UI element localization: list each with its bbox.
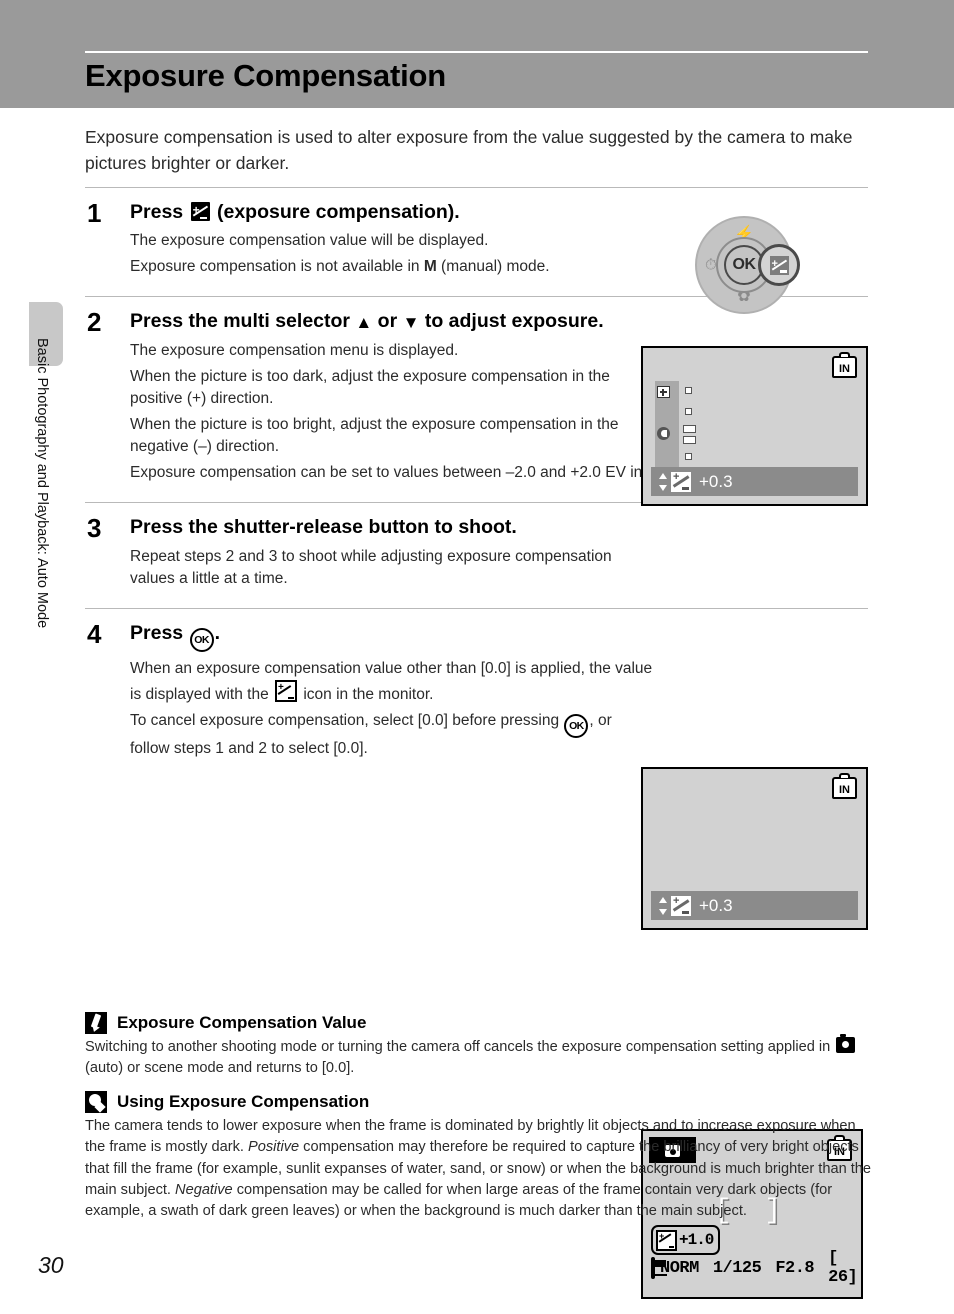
step-4-heading-post: .: [214, 622, 220, 645]
image-size-icon: [651, 1257, 667, 1279]
lightbulb-icon: [85, 1091, 107, 1114]
step-1-p2-pre: Exposure compensation is not available i…: [130, 258, 424, 276]
self-timer-icon: ⏱: [705, 256, 717, 274]
note-2-heading: Using Exposure Compensation: [85, 1091, 875, 1114]
shots-remaining: [ 26]: [828, 1249, 858, 1287]
negative-emphasis: Negative: [175, 1181, 233, 1198]
step-3-paragraph-1: Repeat steps 2 and 3 to shoot while adju…: [130, 548, 612, 588]
page-number: 30: [38, 1252, 64, 1278]
step-4-paragraph-1: When an exposure compensation value othe…: [130, 658, 655, 706]
exposure-compensation-button-highlight: +: [758, 244, 800, 286]
note-1-body-b: (auto) or scene mode and returns to [0.0…: [85, 1060, 355, 1077]
exposure-value-bar: + +0.3: [651, 467, 858, 496]
step-4-heading-pre: Press: [130, 622, 184, 645]
note-2-body: The camera tends to lower exposure when …: [85, 1116, 875, 1222]
step-3-number: 3: [87, 513, 102, 544]
step-2-heading-mid: or: [372, 310, 403, 333]
step-1-heading-post: (exposure compensation).: [216, 200, 460, 223]
aperture: F2.8: [775, 1258, 815, 1278]
step-2-heading-pre: Press the multi selector: [130, 310, 356, 333]
step-2-paragraph-1: The exposure compensation menu is displa…: [130, 342, 459, 360]
step-1-heading: Press + (exposure compensation).: [130, 200, 655, 225]
up-down-arrows-icon: [658, 896, 668, 916]
step-4-p1-b: icon in the monitor.: [299, 686, 434, 704]
note-1-title: Exposure Compensation Value: [117, 1013, 367, 1032]
exposure-compensation-icon-bar: +: [671, 895, 691, 916]
page-title: Exposure Compensation: [85, 58, 446, 93]
step-1-p2-post: (manual) mode.: [436, 258, 550, 276]
up-down-arrows-icon: [658, 472, 668, 492]
step-2-paragraph-3: When the picture is too bright, adjust t…: [130, 416, 619, 456]
positive-emphasis: Positive: [248, 1139, 300, 1156]
monitor-step-2: IN + +0.3: [641, 346, 868, 506]
step-4: 4 Press OK. When an exposure compensatio…: [85, 609, 868, 768]
exposure-value-bar: + +0.3: [651, 891, 858, 920]
multi-selector-illustration: ⚡ ⏱ ✿ OK +: [690, 214, 800, 316]
intro-paragraph: Exposure compensation is used to alter e…: [85, 127, 853, 174]
step-1-paragraph-1: The exposure compensation value will be …: [130, 232, 489, 250]
scale-plus-icon: [657, 386, 670, 398]
scale-middle-indicator: [657, 427, 670, 440]
memory-in-badge: IN: [832, 352, 857, 378]
arrow-down-icon: ▼: [402, 313, 420, 333]
chapter-label: Basic Photography and Playback: Auto Mod…: [34, 338, 50, 629]
header-rule: [85, 51, 868, 53]
arrow-up-icon: ▲: [355, 313, 373, 333]
exposure-compensation-icon: +: [190, 201, 210, 221]
step-4-paragraph-2: To cancel exposure compensation, select …: [130, 710, 655, 760]
step-4-heading: Press OK.: [130, 621, 655, 653]
shutter-speed: 1/125: [712, 1258, 762, 1278]
exposure-value: +0.3: [699, 471, 733, 491]
monitor-step-3: IN + +0.3: [641, 767, 868, 930]
pencil-icon: [85, 1012, 107, 1034]
ok-button-icon: OK: [189, 628, 214, 653]
note-1-body: Switching to another shooting mode or tu…: [85, 1034, 875, 1079]
notes-section: Exposure Compensation Value Switching to…: [85, 1012, 875, 1234]
step-2-paragraph-2: When the picture is too dark, adjust the…: [130, 368, 610, 408]
step-1-heading-pre: Press: [130, 200, 184, 223]
step-4-number: 4: [87, 619, 102, 650]
step-1-paragraph-2: Exposure compensation is not available i…: [130, 256, 655, 278]
exposure-compensation-icon-bar: +: [671, 471, 691, 492]
note-2-title: Using Exposure Compensation: [117, 1092, 370, 1112]
scale-tick-wide: [683, 425, 696, 433]
auto-mode-icon: [836, 1034, 856, 1053]
exposure-compensation-icon-dial: +: [769, 255, 789, 275]
scale-tick: [685, 408, 692, 415]
step-1-number: 1: [87, 197, 102, 228]
step-4-p2-a: To cancel exposure compensation, select …: [130, 712, 564, 730]
shooting-status-row: NORM 1/125 F2.8 [ 26]: [651, 1249, 858, 1287]
manual-mode-label: M: [423, 258, 437, 276]
exposure-compensation-outline-icon: +: [275, 680, 298, 703]
page-header-band: Exposure Compensation: [0, 0, 954, 108]
step-2-heading: Press the multi selector ▲ or ▼ to adjus…: [130, 309, 655, 334]
ok-button-icon-inline: OK: [564, 714, 589, 739]
scale-tick: [685, 387, 692, 394]
step-2-heading-post: to adjust exposure.: [419, 310, 604, 333]
exposure-value: +0.3: [699, 895, 733, 915]
memory-in-badge: IN: [832, 773, 857, 799]
scale-tick: [685, 453, 692, 460]
step-3: 3 Press the shutter-release button to sh…: [85, 503, 868, 598]
step-3-heading: Press the shutter-release button to shoo…: [130, 516, 517, 539]
step-2-number: 2: [87, 307, 102, 338]
note-1-heading: Exposure Compensation Value: [85, 1012, 875, 1034]
note-1-body-a: Switching to another shooting mode or tu…: [85, 1039, 835, 1055]
scale-tick-wide: [683, 436, 696, 444]
